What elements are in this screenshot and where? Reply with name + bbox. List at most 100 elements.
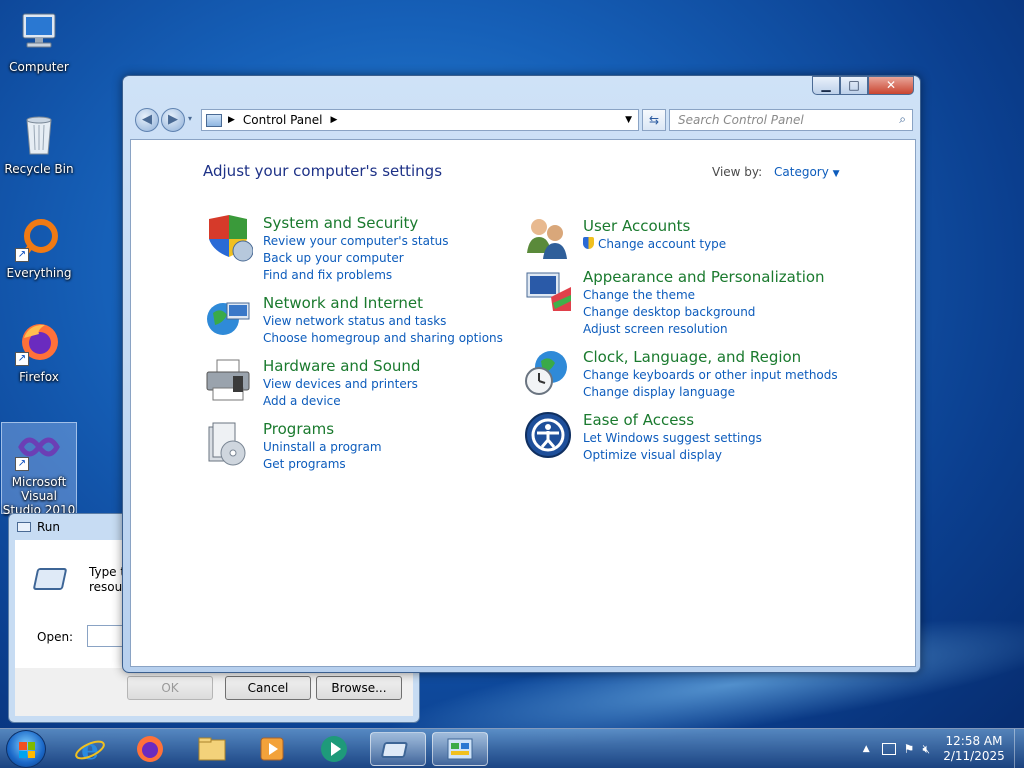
category-link[interactable]: Change display language	[583, 384, 883, 401]
category-link[interactable]: Change keyboards or other input methods	[583, 367, 883, 384]
desktop-icon-everything[interactable]: ↗ Everything	[1, 214, 77, 280]
shortcut-arrow-icon: ↗	[15, 457, 29, 471]
run-open-label: Open:	[37, 630, 74, 644]
computer-icon	[15, 8, 63, 56]
category-link[interactable]: View network status and tasks	[263, 313, 563, 330]
category-title[interactable]: Hardware and Sound	[263, 356, 563, 376]
breadcrumb-control-panel[interactable]: Control Panel	[243, 113, 323, 127]
forward-button[interactable]: ▶	[161, 108, 185, 132]
recent-pages-chevron-icon[interactable]: ▾	[188, 114, 192, 123]
desktop-icon-label: Computer	[9, 60, 69, 74]
address-dropdown-icon[interactable]: ▼	[625, 115, 632, 125]
internet-explorer-icon: e	[75, 733, 105, 766]
shortcut-arrow-icon: ↗	[15, 248, 29, 262]
desktop-icon-firefox[interactable]: ↗ Firefox	[1, 318, 77, 384]
clock-globe-icon[interactable]	[523, 347, 573, 397]
category-link[interactable]: Find and fix problems	[263, 267, 563, 284]
action-center-flag-icon[interactable]: ⚑	[904, 742, 915, 756]
close-button[interactable]: ✕	[868, 76, 914, 95]
category-link[interactable]: Change desktop background	[583, 304, 883, 321]
category-link[interactable]: Add a device	[263, 393, 563, 410]
volume-muted-icon[interactable]: 🔇︎	[922, 742, 930, 757]
breadcrumb-chevron-icon[interactable]: ▶	[331, 115, 338, 125]
navigation-bar: ◀ ▶ ▾ ▶ Control Panel ▶ ▼ ⇆ Search Contr…	[131, 106, 915, 134]
desktop-icon-label: Recycle Bin	[4, 162, 74, 176]
show-desktop-button[interactable]	[1014, 729, 1024, 768]
shield-icon[interactable]	[203, 213, 254, 263]
run-title: Run	[37, 520, 61, 534]
desktop-icon-label: Everything	[6, 266, 72, 280]
everything-icon: ↗	[15, 214, 63, 262]
run-dialog-icon	[381, 742, 408, 758]
media-center-icon	[321, 736, 347, 762]
browse-button[interactable]: Browse...	[316, 676, 402, 700]
desktop-icon-visual-studio[interactable]: ↗ Microsoft Visual Studio 2010	[1, 422, 77, 517]
system-tray: ▲ ⚑ 🔇︎ 12:58 AM 2/11/2025	[863, 729, 1024, 768]
back-button[interactable]: ◀	[135, 108, 159, 132]
category-title[interactable]: Programs	[263, 419, 563, 439]
page-title: Adjust your computer's settings	[203, 162, 443, 180]
window-caption-buttons: ▁ □ ✕	[812, 76, 914, 95]
view-by: View by: Category ▼	[712, 165, 840, 179]
programs-icon[interactable]	[203, 419, 253, 469]
users-icon[interactable]	[523, 213, 573, 263]
taskbar-firefox[interactable]	[122, 732, 178, 766]
search-input[interactable]: Search Control Panel ⌕	[669, 109, 913, 131]
ease-of-access-icon[interactable]	[523, 410, 573, 460]
start-button[interactable]	[6, 730, 46, 768]
taskbar-run-dialog[interactable]	[370, 732, 426, 766]
desktop-icon-label: Microsoft Visual Studio 2010	[2, 475, 76, 517]
category-link[interactable]: Change the theme	[583, 287, 883, 304]
shortcut-arrow-icon: ↗	[15, 352, 29, 366]
taskbar-control-panel[interactable]	[432, 732, 488, 766]
view-by-dropdown[interactable]: Category ▼	[774, 165, 840, 179]
category-link[interactable]: Change account type	[583, 236, 883, 253]
taskbar-media-center[interactable]	[306, 732, 362, 766]
category-link[interactable]: Uninstall a program	[263, 439, 563, 456]
appearance-icon[interactable]	[523, 267, 573, 317]
firefox-icon: ↗	[15, 318, 63, 366]
file-explorer-icon	[198, 737, 226, 761]
run-icon	[17, 522, 31, 532]
svg-text:e: e	[81, 733, 99, 766]
category-title[interactable]: User Accounts	[583, 216, 883, 236]
desktop-icon-recycle-bin[interactable]: Recycle Bin	[1, 110, 77, 176]
firefox-icon	[137, 736, 163, 762]
category-link[interactable]: Review your computer's status	[263, 233, 563, 250]
category-link[interactable]: Adjust screen resolution	[583, 321, 883, 338]
recycle-bin-icon	[15, 110, 63, 158]
cancel-button[interactable]: Cancel	[225, 676, 311, 700]
category-link[interactable]: Let Windows suggest settings	[583, 430, 883, 447]
ok-button[interactable]: OK	[127, 676, 213, 700]
category-title[interactable]: Network and Internet	[263, 293, 563, 313]
category-title[interactable]: System and Security	[263, 213, 563, 233]
printer-icon[interactable]	[203, 356, 253, 406]
taskbar-media-player[interactable]	[244, 732, 300, 766]
network-globe-icon[interactable]	[203, 293, 253, 343]
minimize-button[interactable]: ▁	[812, 76, 840, 95]
control-panel-window[interactable]: ▁ □ ✕ ◀ ▶ ▾ ▶ Control Panel ▶ ▼ ⇆ Search…	[122, 75, 921, 673]
show-hidden-icons-icon[interactable]: ▲	[863, 744, 870, 754]
category-link[interactable]: Back up your computer	[263, 250, 563, 267]
address-bar[interactable]: ▶ Control Panel ▶ ▼	[201, 109, 639, 131]
windows-flag-icon	[19, 742, 35, 758]
maximize-button[interactable]: □	[840, 76, 868, 95]
network-icon[interactable]	[881, 743, 896, 755]
refresh-button[interactable]: ⇆	[642, 109, 666, 131]
taskbar-file-explorer[interactable]	[184, 732, 240, 766]
category-title[interactable]: Clock, Language, and Region	[583, 347, 883, 367]
taskbar-internet-explorer[interactable]: e	[62, 732, 118, 766]
category-link[interactable]: View devices and printers	[263, 376, 563, 393]
breadcrumb-separator-icon[interactable]: ▶	[228, 115, 235, 125]
search-icon[interactable]: ⌕	[899, 112, 906, 127]
category-link[interactable]: Choose homegroup and sharing options	[263, 330, 563, 347]
run-button-bar: OK Cancel Browse...	[15, 668, 413, 716]
clock[interactable]: 12:58 AM 2/11/2025	[942, 734, 1006, 764]
category-link[interactable]: Optimize visual display	[583, 447, 883, 464]
category-link[interactable]: Get programs	[263, 456, 563, 473]
visual-studio-icon: ↗	[15, 423, 63, 471]
category-title[interactable]: Appearance and Personalization	[583, 267, 883, 287]
desktop-icon-computer[interactable]: Computer	[1, 8, 77, 74]
category-title[interactable]: Ease of Access	[583, 410, 883, 430]
control-panel-content: Adjust your computer's settings View by:…	[130, 139, 916, 667]
